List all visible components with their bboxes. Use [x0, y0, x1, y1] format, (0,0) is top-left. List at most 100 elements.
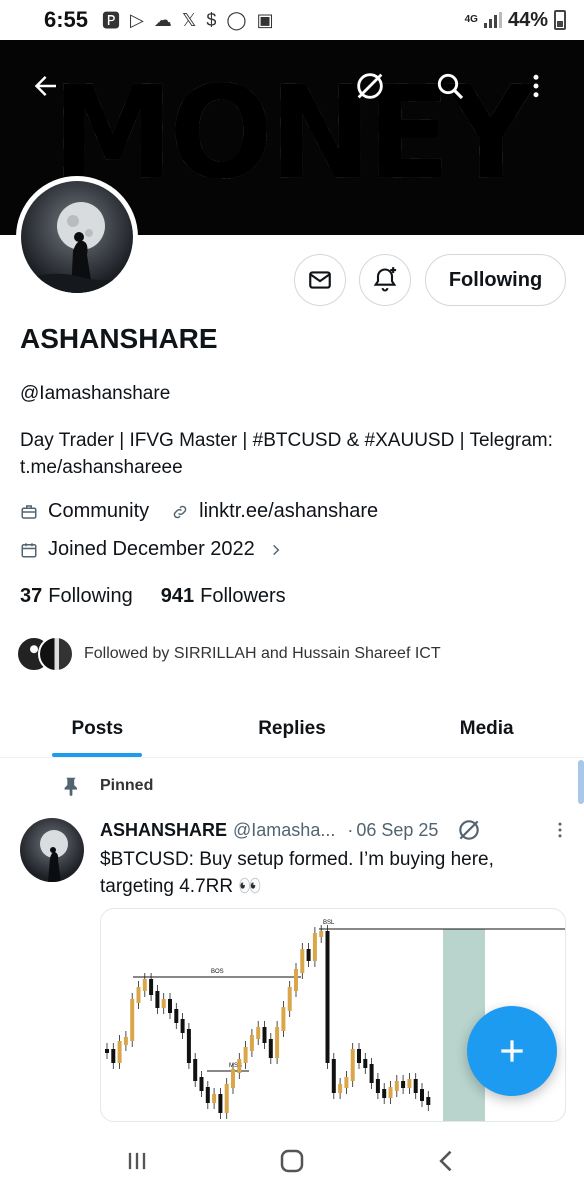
- back-nav-button[interactable]: [417, 1136, 477, 1186]
- candle-body: [180, 1019, 185, 1033]
- candle-body: [319, 931, 324, 937]
- back-button[interactable]: [24, 64, 68, 108]
- followers-link[interactable]: 941 Followers: [161, 585, 286, 608]
- status-time: 6:55: [44, 7, 89, 32]
- following-link[interactable]: 37 Following: [20, 585, 133, 608]
- battery-percent: 44%: [507, 8, 548, 31]
- scrollbar[interactable]: [578, 760, 584, 804]
- candle-body: [243, 1047, 248, 1063]
- candle-body: [161, 999, 166, 1008]
- candle-body: [413, 1079, 418, 1093]
- profile-tabs: Posts Replies Media: [0, 700, 584, 758]
- pinned-label: Pinned: [100, 777, 154, 794]
- post-more-button[interactable]: [550, 818, 570, 842]
- candle-body: [344, 1077, 349, 1088]
- candle-body: [224, 1084, 229, 1113]
- candle-body: [199, 1077, 204, 1091]
- candle-body: [388, 1087, 393, 1098]
- candle-body: [275, 1027, 280, 1058]
- profile-avatar[interactable]: [16, 176, 138, 298]
- candle-body: [117, 1041, 122, 1063]
- candle-body: [312, 933, 317, 961]
- candle-body: [394, 1081, 399, 1091]
- candle-body: [205, 1087, 210, 1103]
- candle-body: [218, 1094, 223, 1113]
- message-button[interactable]: [294, 254, 346, 306]
- candle-body: [130, 999, 135, 1041]
- joined-row[interactable]: Joined December 2022: [20, 538, 283, 561]
- candle-body: [300, 949, 305, 973]
- post-date-separator: ·: [347, 819, 354, 840]
- chevron-left-icon: [438, 1150, 452, 1172]
- profile-category: Community: [48, 500, 150, 522]
- candle-body: [281, 1007, 286, 1031]
- gallery-icon: ▣: [256, 9, 274, 30]
- battery-icon: [554, 10, 566, 30]
- candle-body: [382, 1089, 387, 1098]
- home-icon: [280, 1149, 304, 1173]
- candle-body: [231, 1069, 235, 1088]
- profile-meta-row: Community linktr.ee/ashanshare: [20, 500, 378, 523]
- compose-button[interactable]: [467, 1006, 557, 1096]
- whatsapp-icon: ◯: [226, 9, 247, 30]
- bell-plus-icon: [373, 267, 397, 292]
- candle-body: [338, 1084, 343, 1093]
- tab-posts[interactable]: Posts: [0, 700, 195, 757]
- candle-body: [331, 1059, 336, 1093]
- candle-body: [306, 949, 311, 961]
- avatar-image: [21, 181, 133, 293]
- display-name: ASHANSHARE: [20, 323, 218, 354]
- link-icon: [171, 503, 189, 521]
- grok-post-button[interactable]: [456, 817, 482, 843]
- post-avatar[interactable]: [20, 818, 84, 882]
- following-button[interactable]: Following: [425, 254, 566, 306]
- home-button[interactable]: [262, 1136, 322, 1186]
- joined-date: Joined December 2022: [48, 538, 255, 560]
- bos-label: BOS: [211, 969, 224, 975]
- search-icon: [437, 73, 464, 100]
- plus-icon: [501, 1040, 523, 1062]
- more-button[interactable]: [514, 64, 558, 108]
- search-button[interactable]: [428, 64, 472, 108]
- profile-link[interactable]: linktr.ee/ashanshare: [199, 500, 378, 523]
- candle-body: [268, 1039, 273, 1058]
- post-date[interactable]: 06 Sep 25: [356, 820, 438, 841]
- candle-body: [136, 987, 141, 1003]
- x-app-icon: 𝕏: [181, 9, 197, 30]
- followed-by-row[interactable]: Followed by SIRRILLAH and Hussain Sharee…: [16, 636, 441, 672]
- notify-button[interactable]: [359, 254, 411, 306]
- candle-body: [249, 1035, 254, 1051]
- candle-body: [363, 1059, 368, 1068]
- followers-label: Followers: [200, 585, 286, 607]
- dollar-icon: $: [206, 9, 217, 30]
- candle-body: [262, 1027, 267, 1043]
- candle-body: [212, 1094, 217, 1103]
- tab-replies[interactable]: Replies: [195, 700, 390, 757]
- post-author-name[interactable]: ASHANSHARE: [100, 820, 227, 841]
- candle-body: [325, 931, 330, 1063]
- tab-media[interactable]: Media: [389, 700, 584, 757]
- followed-by-text: Followed by SIRRILLAH and Hussain Sharee…: [84, 645, 441, 662]
- follow-counts: 37 Following 941 Followers: [20, 585, 286, 608]
- candle-body: [174, 1009, 179, 1023]
- grok-button[interactable]: [348, 64, 392, 108]
- recents-icon: [129, 1152, 146, 1170]
- following-label: Following: [48, 585, 133, 607]
- candle-body: [357, 1049, 361, 1063]
- user-handle: @Iamashanshare: [20, 383, 171, 404]
- network-type: 4G: [464, 14, 478, 25]
- briefcase-icon: [20, 503, 38, 521]
- candle-body: [186, 1029, 191, 1063]
- chevron-right-icon: [269, 543, 283, 557]
- candle-body: [111, 1049, 116, 1063]
- candle-body: [420, 1089, 424, 1101]
- recent-apps-button[interactable]: [107, 1136, 167, 1186]
- grok-icon: [459, 820, 480, 840]
- followers-count: 941: [160, 585, 195, 607]
- following-count: 37: [20, 585, 43, 607]
- post-author-handle[interactable]: @Iamasha...: [233, 820, 335, 841]
- candle-body: [369, 1064, 374, 1083]
- candle-body: [155, 991, 160, 1008]
- candle-body: [142, 979, 147, 991]
- candle-body: [193, 1059, 198, 1081]
